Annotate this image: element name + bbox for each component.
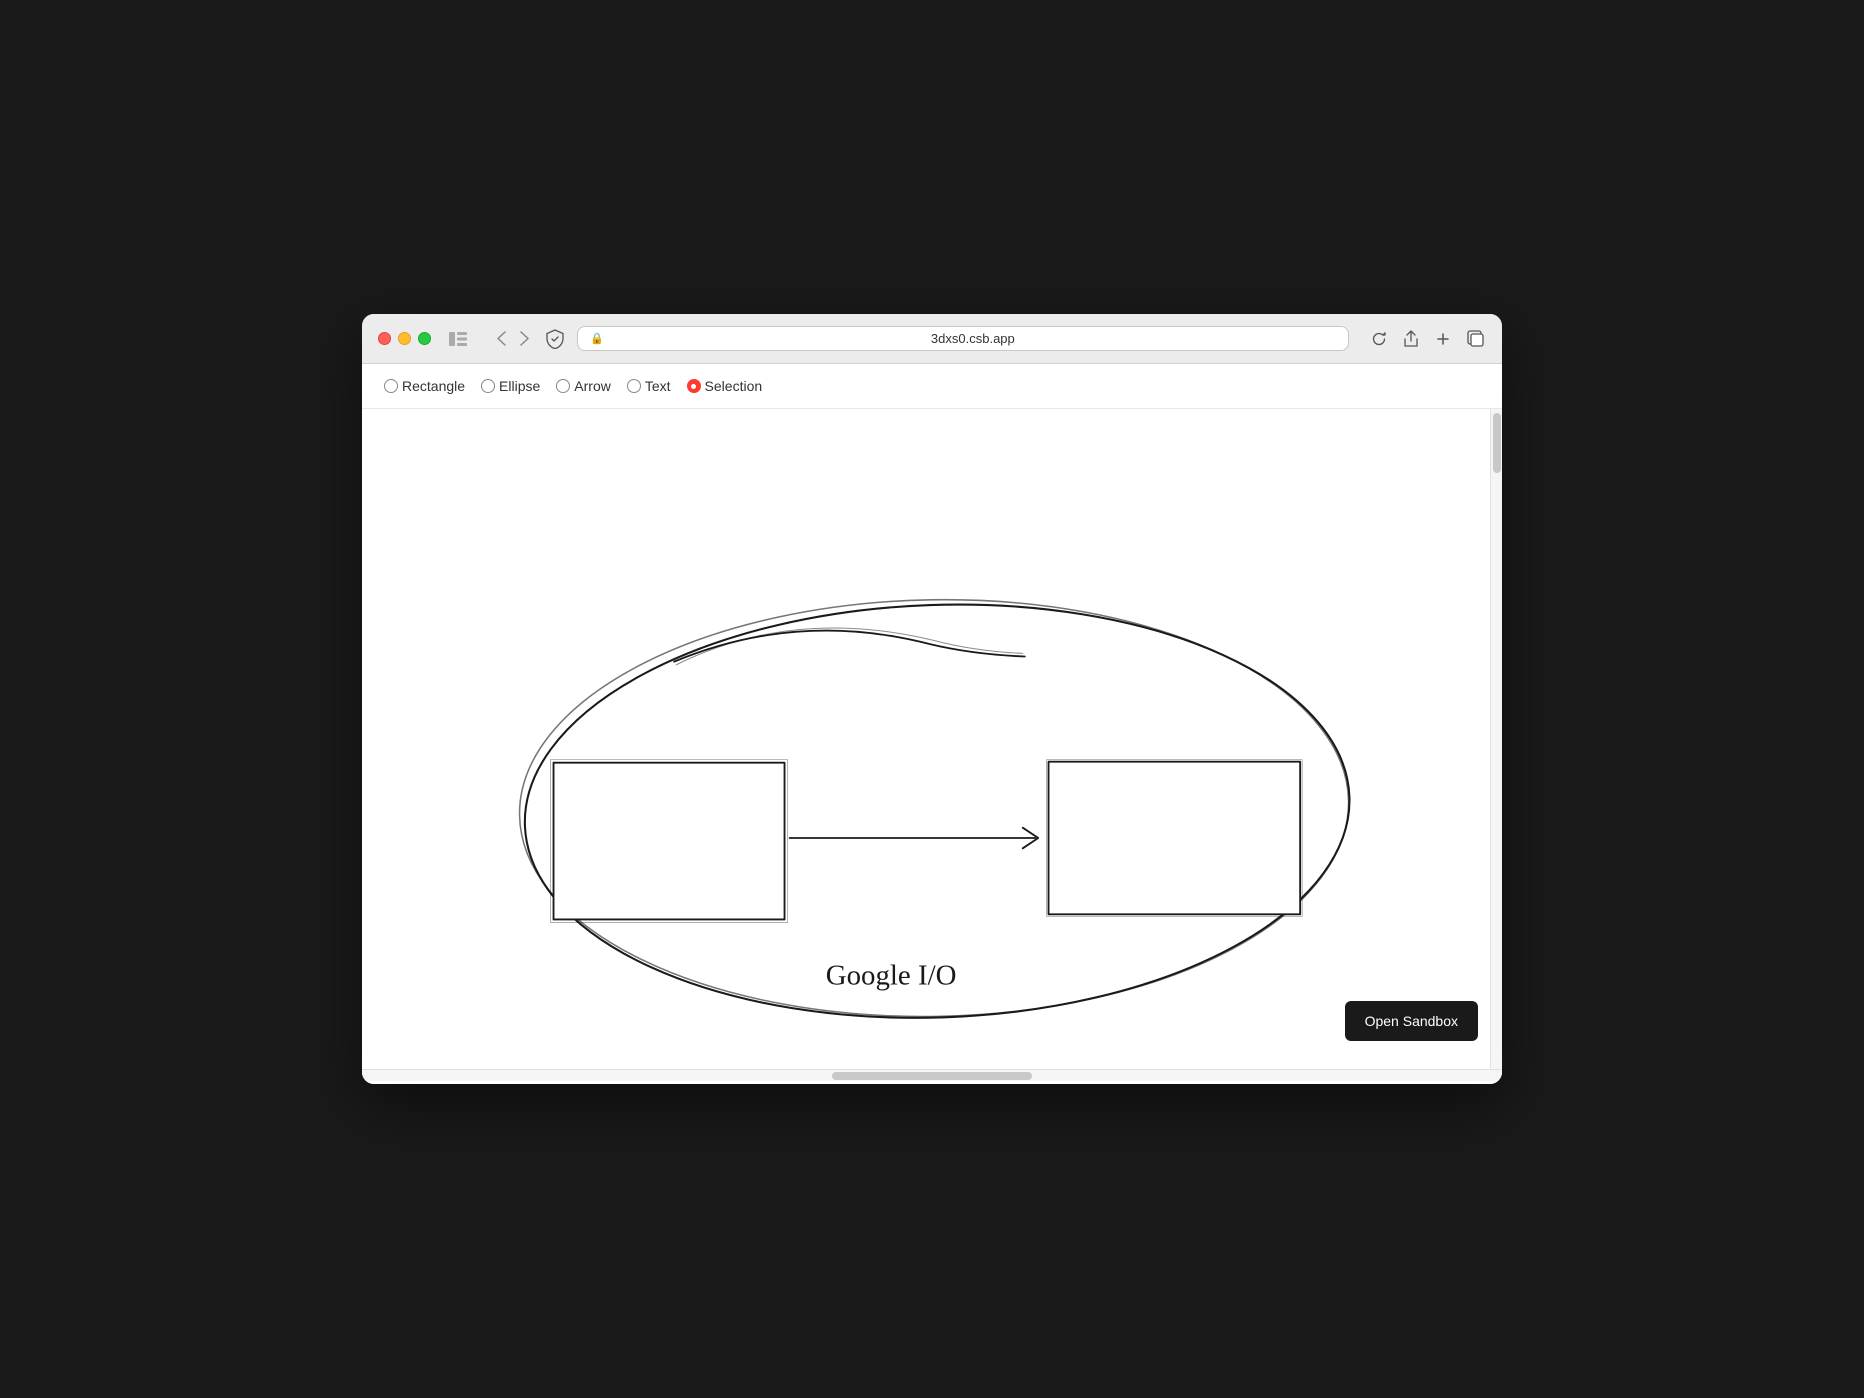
forward-icon: [520, 331, 529, 346]
canvas-label: Google I/O: [826, 959, 957, 991]
tool-ellipse[interactable]: Ellipse: [475, 376, 546, 396]
tool-selection[interactable]: Selection: [681, 376, 769, 396]
canvas-area[interactable]: Google I/O Open Sandbox: [362, 409, 1502, 1069]
content-area: Rectangle Ellipse Arrow Text Selection: [362, 364, 1502, 1084]
browser-window: 🔒 3dxs0.csb.app: [362, 314, 1502, 1084]
radio-selection[interactable]: [687, 379, 701, 393]
horizontal-scroll-thumb[interactable]: [832, 1072, 1032, 1080]
tool-text[interactable]: Text: [621, 376, 677, 396]
shield-icon: [545, 329, 565, 349]
back-button[interactable]: [493, 329, 510, 348]
open-sandbox-button[interactable]: Open Sandbox: [1345, 1001, 1478, 1041]
back-icon: [497, 331, 506, 346]
nav-buttons: [493, 329, 533, 348]
drawing-canvas: Google I/O: [362, 409, 1502, 1069]
traffic-lights: [378, 332, 431, 345]
drawing-toolbar: Rectangle Ellipse Arrow Text Selection: [362, 364, 1502, 409]
tool-rectangle[interactable]: Rectangle: [378, 376, 471, 396]
radio-ellipse[interactable]: [481, 379, 495, 393]
tool-text-label: Text: [645, 378, 671, 394]
tabs-button[interactable]: [1465, 328, 1486, 349]
sidebar-icon: [449, 332, 467, 346]
radio-arrow[interactable]: [556, 379, 570, 393]
share-button[interactable]: [1401, 328, 1421, 350]
radio-rectangle[interactable]: [384, 379, 398, 393]
radio-text[interactable]: [627, 379, 641, 393]
vertical-scroll-thumb[interactable]: [1493, 413, 1501, 473]
tool-arrow[interactable]: Arrow: [550, 376, 617, 396]
forward-button[interactable]: [516, 329, 533, 348]
url-display: 3dxs0.csb.app: [610, 331, 1336, 346]
new-tab-button[interactable]: [1433, 329, 1453, 349]
browser-toolbar-icons: [1369, 328, 1486, 350]
lock-icon: 🔒: [590, 332, 604, 345]
minimize-button[interactable]: [398, 332, 411, 345]
reload-button[interactable]: [1369, 329, 1389, 349]
title-bar: 🔒 3dxs0.csb.app: [362, 314, 1502, 364]
close-button[interactable]: [378, 332, 391, 345]
tool-arrow-label: Arrow: [574, 378, 611, 394]
sidebar-toggle-button[interactable]: [443, 330, 473, 348]
tool-selection-label: Selection: [705, 378, 763, 394]
tool-ellipse-label: Ellipse: [499, 378, 540, 394]
maximize-button[interactable]: [418, 332, 431, 345]
horizontal-scrollbar[interactable]: [362, 1069, 1502, 1081]
vertical-scrollbar[interactable]: [1490, 409, 1502, 1069]
tool-rectangle-label: Rectangle: [402, 378, 465, 394]
address-bar[interactable]: 🔒 3dxs0.csb.app: [577, 326, 1349, 351]
